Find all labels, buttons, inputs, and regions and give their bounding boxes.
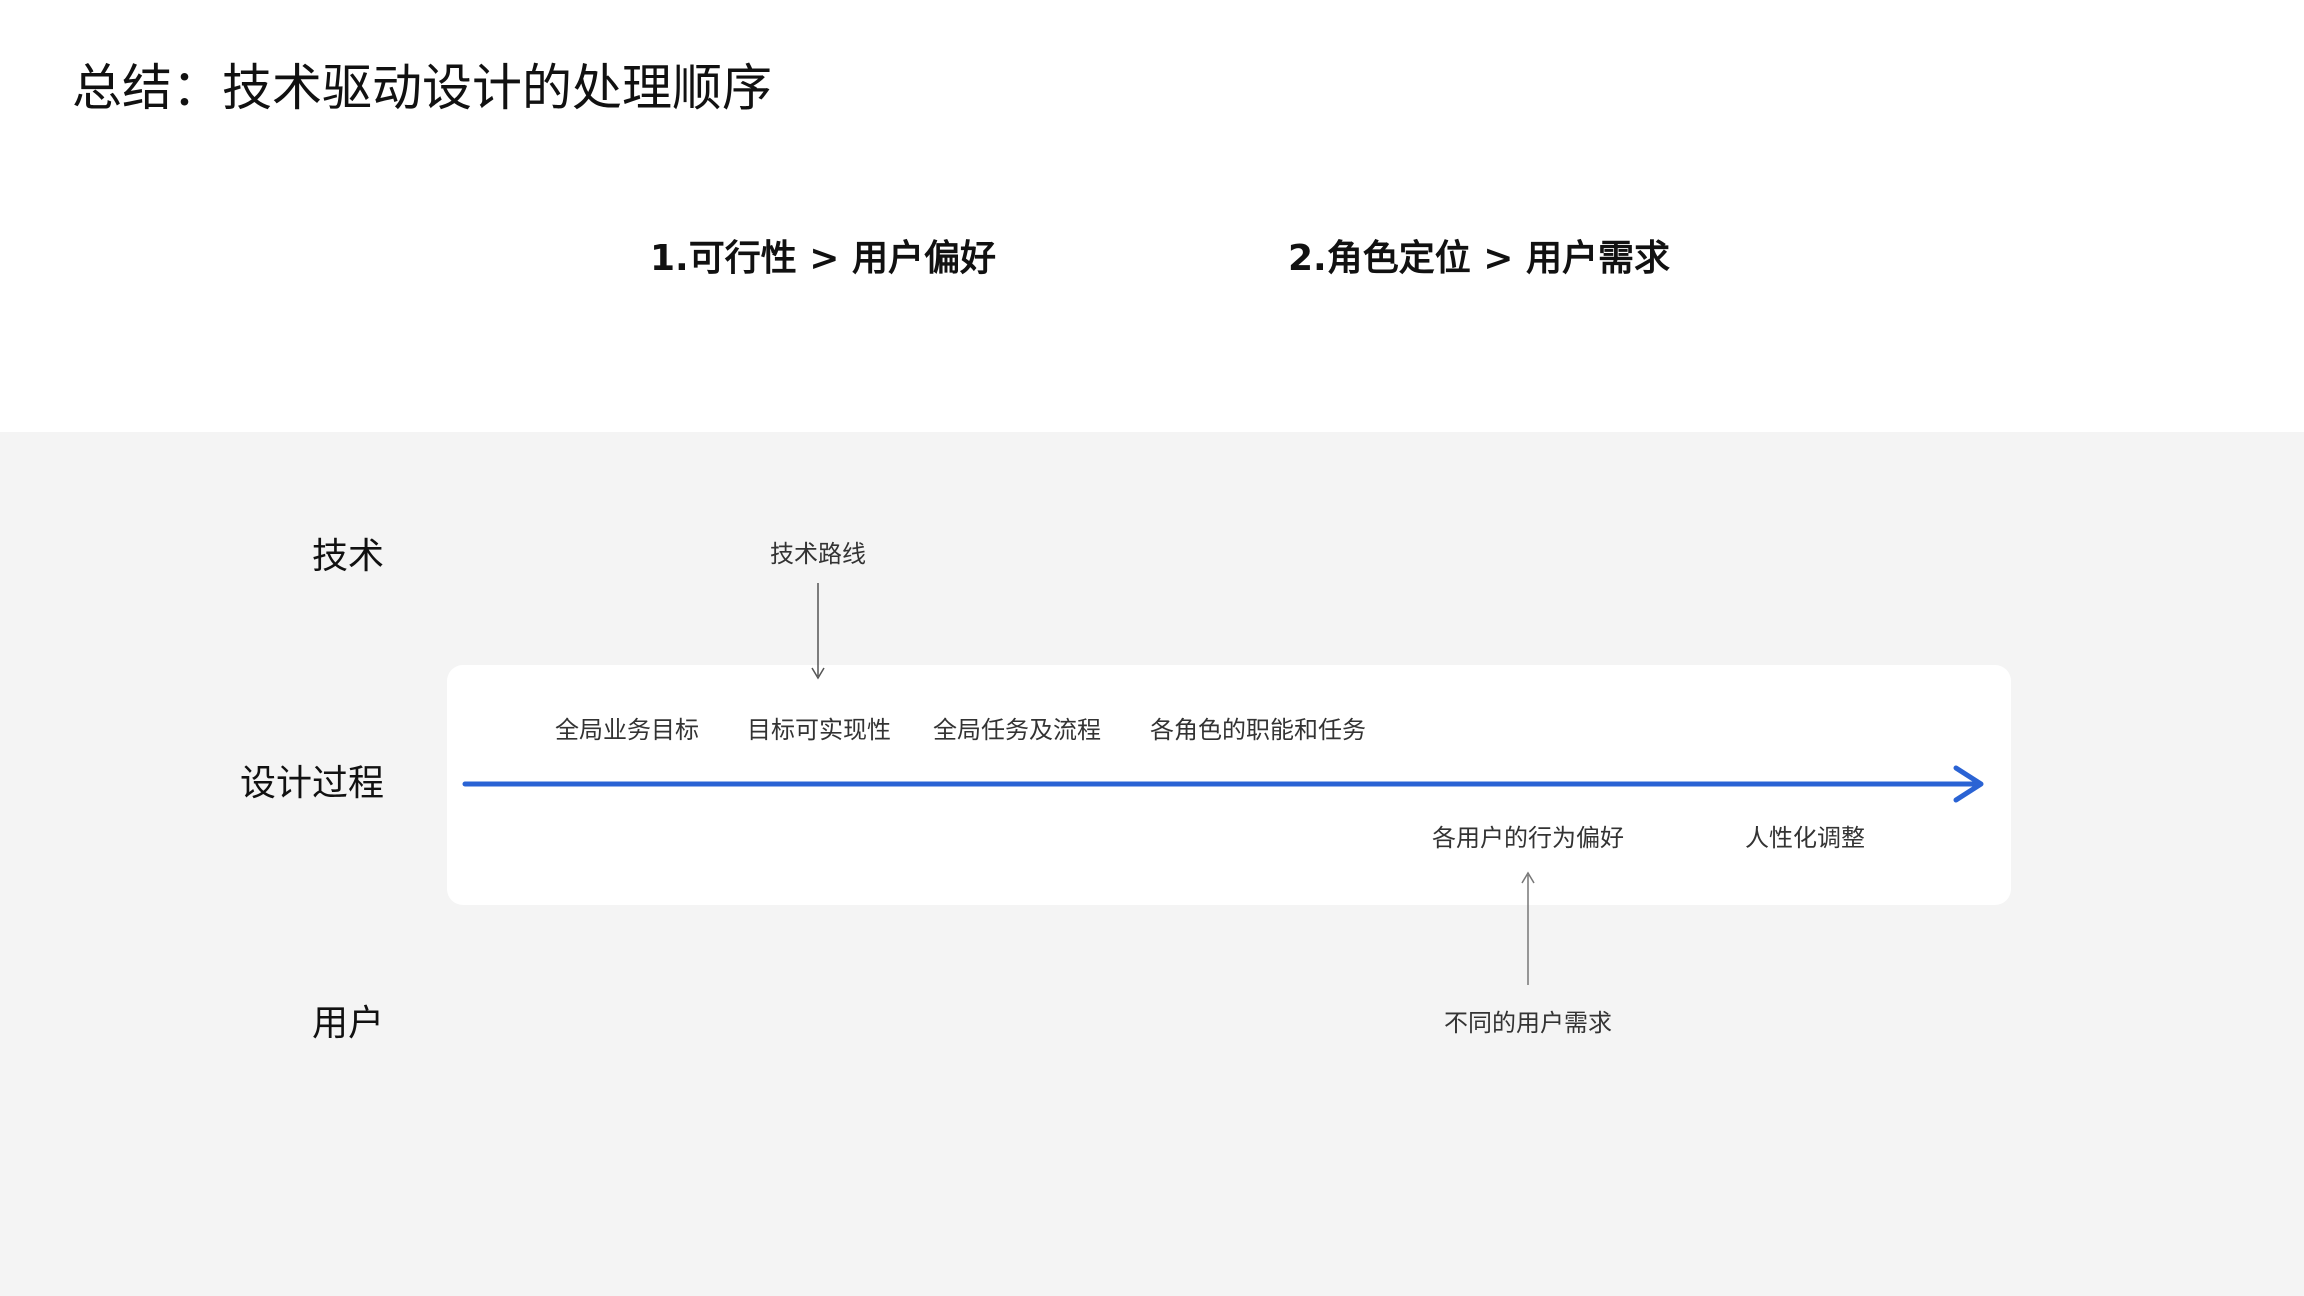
- step-global-tasks-flow: 全局任务及流程: [933, 716, 1101, 744]
- principle-feasibility: 1.可行性 > 用户偏好: [650, 238, 996, 279]
- process-card: [447, 665, 2011, 905]
- row-label-design-process: 设计过程: [239, 763, 384, 804]
- step-role-duties: 各角色的职能和任务: [1150, 716, 1366, 744]
- principle-role-positioning: 2.角色定位 > 用户需求: [1288, 238, 1670, 279]
- step-user-preferences: 各用户的行为偏好: [1432, 824, 1624, 852]
- row-label-user: 用户: [311, 1003, 384, 1044]
- step-goal-feasibility: 目标可实现性: [747, 716, 891, 744]
- step-humanized-adjustment: 人性化调整: [1745, 824, 1865, 852]
- page-title: 总结：技术驱动设计的处理顺序: [72, 59, 772, 117]
- user-input-label: 不同的用户需求: [1444, 1009, 1612, 1037]
- tech-input-label: 技术路线: [770, 540, 866, 568]
- step-global-business-goals: 全局业务目标: [555, 716, 699, 744]
- row-label-tech: 技术: [311, 536, 384, 577]
